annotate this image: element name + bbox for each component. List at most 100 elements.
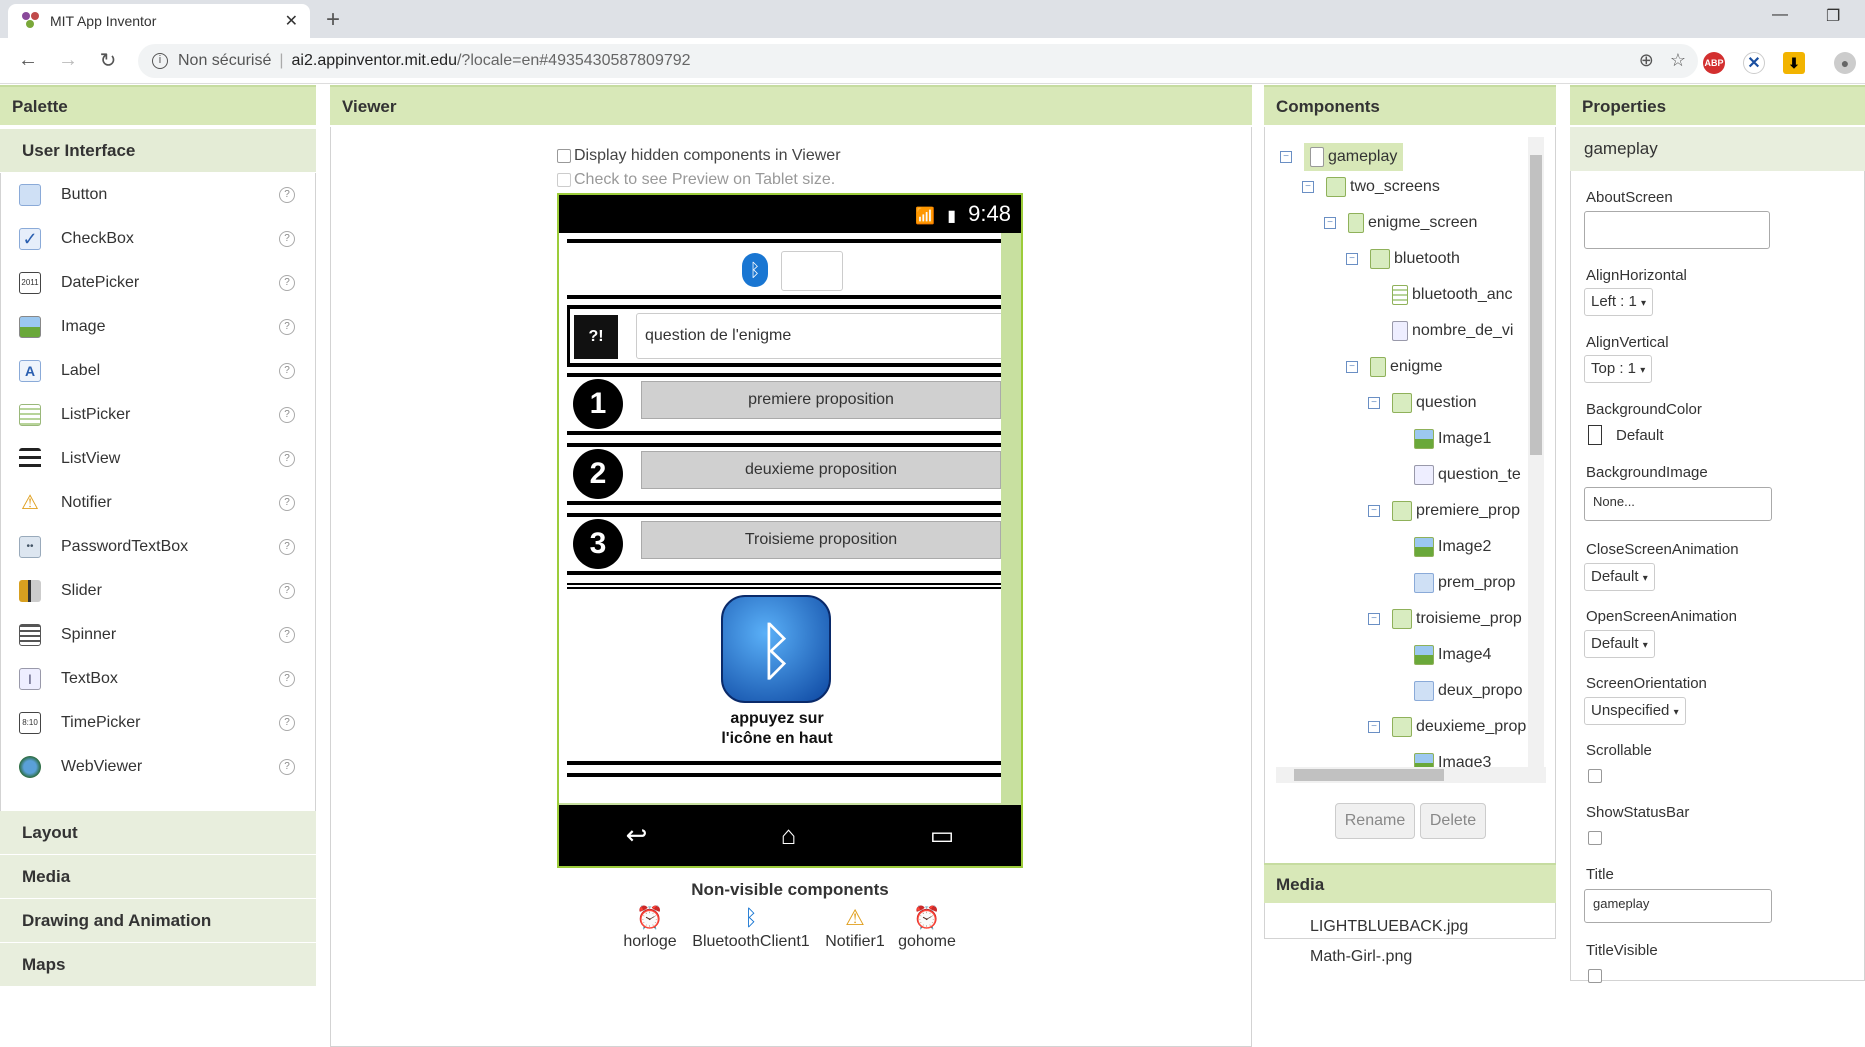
tree-item-image1[interactable]: Image1 [1414, 429, 1491, 449]
tablet-preview-checkbox-row[interactable]: Check to see Preview on Tablet size. [557, 171, 835, 189]
nonvisible-bluetoothclient[interactable]: ᛒ BluetoothClient1 [688, 905, 814, 951]
home-nav-icon[interactable]: ⌂ [781, 820, 797, 851]
title-input[interactable]: gameplay [1584, 889, 1772, 923]
zoom-icon[interactable]: ⊕ [1639, 50, 1654, 71]
collapse-icon[interactable]: − [1346, 361, 1358, 373]
info-icon[interactable]: i [152, 53, 168, 69]
palette-item-slider[interactable]: Slider ? [1, 569, 317, 613]
extension-x-icon[interactable]: ✕ [1743, 52, 1765, 74]
hidden-components-checkbox[interactable] [557, 148, 571, 163]
collapse-icon[interactable]: − [1346, 253, 1358, 265]
browser-tab[interactable]: MIT App Inventor ✕ [8, 4, 310, 38]
palette-item-webviewer[interactable]: WebViewer ? [1, 745, 317, 789]
palette-item-label[interactable]: A Label ? [1, 349, 317, 393]
tree-item-enigme[interactable]: − enigme [1346, 357, 1442, 377]
showstatusbar-checkbox[interactable] [1588, 831, 1602, 845]
profile-avatar-icon[interactable]: ● [1834, 52, 1856, 74]
help-icon[interactable]: ? [279, 451, 295, 467]
tree-item-question-te[interactable]: question_te [1414, 465, 1521, 485]
collapse-icon[interactable]: − [1324, 217, 1336, 229]
help-icon[interactable]: ? [279, 319, 295, 335]
tree-item-bluetooth[interactable]: − bluetooth [1346, 249, 1460, 269]
tree-item-image2[interactable]: Image2 [1414, 537, 1491, 557]
nonvisible-horloge[interactable]: ⏰ horloge [618, 905, 682, 951]
palette-item-image[interactable]: Image ? [1, 305, 317, 349]
count-textbox[interactable] [781, 251, 843, 291]
alignhorizontal-select[interactable]: Left : 1 ▾ [1584, 288, 1654, 316]
nonvisible-gohome[interactable]: ⏰ gohome [894, 905, 960, 951]
tree-item-deux-propo[interactable]: deux_propo [1414, 681, 1523, 701]
closescreenanimation-select[interactable]: Default ▾ [1584, 563, 1655, 591]
tree-vertical-scrollbar[interactable] [1528, 137, 1544, 767]
collapse-icon[interactable]: − [1368, 397, 1380, 409]
help-icon[interactable]: ? [279, 583, 295, 599]
tree-item-question[interactable]: − question [1368, 393, 1477, 413]
nonvisible-notifier[interactable]: ⚠ Notifier1 [820, 905, 890, 951]
delete-button[interactable]: Delete [1420, 803, 1486, 839]
tree-item-premiere-prop[interactable]: − premiere_prop [1368, 501, 1520, 521]
back-nav-icon[interactable]: ↩ [626, 820, 648, 851]
help-icon[interactable]: ? [279, 759, 295, 775]
bluetooth-row[interactable]: ᛒ [567, 239, 1001, 299]
address-bar[interactable]: i Non sécurisé | ai2.appinventor.mit.edu… [138, 44, 1698, 78]
help-icon[interactable]: ? [279, 187, 295, 203]
help-icon[interactable]: ? [279, 275, 295, 291]
media-file[interactable]: Math-Girl-.png [1310, 948, 1412, 966]
palette-item-textbox[interactable]: I TextBox ? [1, 657, 317, 701]
category-user-interface[interactable]: User Interface [0, 129, 316, 173]
bluetooth-large-icon[interactable]: ᛒ [721, 595, 831, 703]
backgroundcolor-picker[interactable]: Default [1588, 425, 1664, 445]
media-file[interactable]: LIGHTBLUEBACK.jpg [1310, 918, 1468, 936]
tablet-preview-checkbox[interactable] [557, 172, 571, 187]
help-icon[interactable]: ? [279, 363, 295, 379]
deuxieme-proposition-button[interactable]: deuxieme proposition [641, 451, 1001, 489]
tree-item-gameplay[interactable]: − gameplay [1280, 143, 1404, 171]
tree-item-two-screens[interactable]: − two_screens [1302, 177, 1440, 197]
tree-item-troisieme-prop[interactable]: − troisieme_prop [1368, 609, 1522, 629]
palette-item-button[interactable]: Button ? [1, 173, 317, 217]
tree-item-image4[interactable]: Image4 [1414, 645, 1491, 665]
openscreenanimation-select[interactable]: Default ▾ [1584, 630, 1655, 658]
tree-item-bluetooth-anc[interactable]: bluetooth_anc [1392, 285, 1513, 305]
palette-item-listview[interactable]: ListView ? [1, 437, 317, 481]
palette-item-checkbox[interactable]: ✓ CheckBox ? [1, 217, 317, 261]
palette-item-notifier[interactable]: ⚠ Notifier ? [1, 481, 317, 525]
new-tab-icon[interactable]: + [326, 6, 340, 34]
help-icon[interactable]: ? [279, 495, 295, 511]
help-icon[interactable]: ? [279, 671, 295, 687]
collapse-icon[interactable]: − [1368, 505, 1380, 517]
tree-scroll-thumb[interactable] [1530, 155, 1542, 455]
help-icon[interactable]: ? [279, 539, 295, 555]
help-icon[interactable]: ? [279, 627, 295, 643]
collapse-icon[interactable]: − [1280, 151, 1292, 163]
hidden-components-checkbox-row[interactable]: Display hidden components in Viewer [557, 147, 841, 165]
category-drawing-animation[interactable]: Drawing and Animation [0, 899, 316, 943]
tree-item-enigme-screen[interactable]: − enigme_screen [1324, 213, 1477, 233]
collapse-icon[interactable]: − [1368, 613, 1380, 625]
screenorientation-select[interactable]: Unspecified ▾ [1584, 697, 1686, 725]
help-icon[interactable]: ? [279, 715, 295, 731]
palette-item-datepicker[interactable]: 2011 DatePicker ? [1, 261, 317, 305]
minimize-icon[interactable]: — [1772, 6, 1788, 24]
alignvertical-select[interactable]: Top : 1 ▾ [1584, 355, 1653, 383]
category-media[interactable]: Media [0, 855, 316, 899]
close-icon[interactable]: ✕ [285, 11, 298, 31]
tree-item-deuxieme-prop[interactable]: − deuxieme_prop [1368, 717, 1526, 737]
forward-icon[interactable]: → [48, 49, 88, 72]
tree-item-prem-prop[interactable]: prem_prop [1414, 573, 1515, 593]
back-icon[interactable]: ← [8, 49, 48, 72]
palette-item-spinner[interactable]: Spinner ? [1, 613, 317, 657]
reload-icon[interactable]: ↻ [88, 48, 128, 73]
scrollable-checkbox[interactable] [1588, 769, 1602, 783]
help-icon[interactable]: ? [279, 231, 295, 247]
help-icon[interactable]: ? [279, 407, 295, 423]
collapse-icon[interactable]: − [1368, 721, 1380, 733]
rename-button[interactable]: Rename [1335, 803, 1415, 839]
palette-item-passwordtextbox[interactable]: •• PasswordTextBox ? [1, 525, 317, 569]
troisieme-proposition-button[interactable]: Troisieme proposition [641, 521, 1001, 559]
category-layout[interactable]: Layout [0, 811, 316, 855]
adblock-icon[interactable]: ABP [1703, 52, 1725, 74]
premiere-proposition-button[interactable]: premiere proposition [641, 381, 1001, 419]
palette-item-listpicker[interactable]: ListPicker ? [1, 393, 317, 437]
maximize-icon[interactable]: ❐ [1826, 6, 1840, 26]
